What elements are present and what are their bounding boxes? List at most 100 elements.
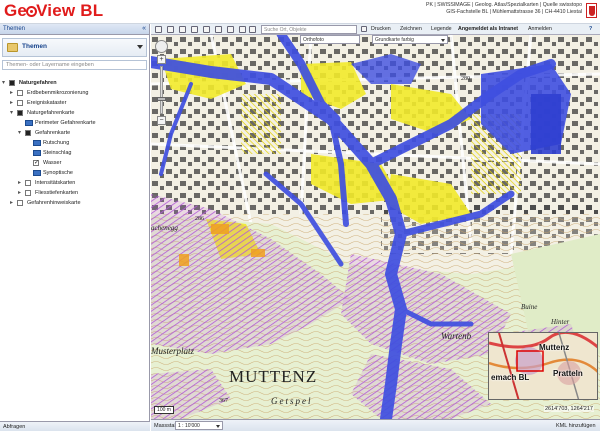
themes-panel: Themen « Themen Themen- oder Layername e… [0, 24, 150, 431]
query-label: Abfragen [3, 424, 26, 430]
theme-select[interactable]: Themen [2, 38, 147, 57]
help-button[interactable]: ? [589, 26, 592, 32]
base-layer-bar: Orthofoto Grundkarte farbig [300, 35, 460, 45]
header-links-line1[interactable]: PK | SWISSIMAGE | Geolog. Atlas/Spezialk… [426, 2, 582, 9]
tree-item[interactable]: Perimeter Gefahrenkarte [0, 118, 149, 128]
layer-search-input[interactable]: Themen- oder Layername eingeben [2, 60, 147, 70]
add-kml-button[interactable]: KML hinzufügen [556, 423, 596, 429]
overview-label-emach: emach BL [491, 373, 530, 382]
layer-checkbox[interactable] [17, 100, 23, 106]
tree-item[interactable]: ▸ Erdbebenmikrozonierung [0, 88, 149, 98]
theme-select-label: Themen [22, 43, 47, 50]
tree-item[interactable]: ▸ Ereigniskataster [0, 98, 149, 108]
query-bar[interactable]: Abfragen [0, 421, 150, 431]
layer-checkbox[interactable] [17, 90, 23, 96]
tree-item[interactable]: Synoptische [0, 168, 149, 178]
print-button[interactable]: Drucken [371, 26, 391, 32]
tree-item[interactable]: Rutschung [0, 138, 149, 148]
tree-item-label: Erdbebenmikrozonierung [27, 90, 89, 96]
pan-icon[interactable] [155, 26, 162, 33]
tree-item-label: Wasser [43, 160, 62, 166]
layer-checkbox[interactable] [25, 130, 31, 136]
chevron-down-icon [216, 425, 220, 428]
basemap-label: Grundkarte farbig [375, 37, 414, 43]
measure-icon[interactable] [179, 26, 186, 33]
expand-right-icon[interactable]: ▸ [10, 98, 16, 108]
zoom-box-icon[interactable] [167, 26, 174, 33]
forward-icon[interactable] [249, 26, 256, 33]
geoview-logo[interactable]: Ge View BL [4, 1, 103, 21]
orthofoto-toggle[interactable]: Orthofoto [300, 35, 360, 44]
tree-item[interactable]: ▾ Naturgefahrenkarte [0, 108, 149, 118]
layer-checkbox[interactable] [25, 190, 31, 196]
back-icon[interactable] [239, 26, 246, 33]
overview-label-pratteln: Pratteln [553, 369, 583, 378]
select-icon[interactable] [203, 26, 210, 33]
map-navigation: + − [152, 40, 172, 125]
map-label-elev-280: 280 [461, 76, 470, 82]
legend-button[interactable]: Legende [431, 26, 452, 32]
login-button[interactable]: Anmelden [528, 26, 552, 32]
basemap-select[interactable]: Grundkarte farbig [372, 35, 448, 44]
tree-item[interactable]: ▾ Naturgefahren [0, 78, 149, 88]
layer-legend-icon [33, 140, 41, 146]
layer-checkbox[interactable] [25, 180, 31, 186]
orthofoto-label: Orthofoto [303, 37, 324, 43]
scale-label: Massstab [154, 423, 178, 429]
tree-item-label: Naturgefahren [19, 80, 57, 86]
expand-right-icon[interactable]: ▸ [18, 188, 24, 198]
tree-item-label: Synoptische [43, 170, 73, 176]
collapse-panel-button[interactable]: « [142, 25, 146, 32]
map-status-bar: Massstab 1 : 10'000 KML hinzufügen [151, 419, 600, 431]
map-toolbar: Suche Ort, Objekte Drucken Zeichnen Lege… [151, 24, 600, 35]
layer-checkbox[interactable] [17, 200, 23, 206]
expand-down-icon[interactable]: ▾ [2, 78, 8, 88]
layer-checkbox[interactable] [17, 110, 23, 116]
map-label-elev-286: 286 [195, 216, 204, 222]
layer-checkbox[interactable] [9, 80, 15, 86]
tree-item[interactable]: ▾ Gefahrenkarte [0, 128, 149, 138]
expand-down-icon[interactable]: ▾ [18, 128, 24, 138]
map-label-musterplatz: Musterplatz [151, 346, 194, 356]
map-label-lachenegg: achenegg [151, 224, 178, 232]
chevron-down-icon [441, 39, 445, 42]
zoom-slider[interactable] [157, 66, 166, 114]
layer-legend-icon [25, 120, 33, 126]
tree-item[interactable]: ▸ Intensitätskarten [0, 178, 149, 188]
expand-right-icon[interactable]: ▸ [18, 178, 24, 188]
info-icon[interactable] [191, 26, 198, 33]
zoom-in-button[interactable]: + [157, 55, 166, 64]
expand-down-icon[interactable]: ▾ [10, 108, 16, 118]
zoom-slider-handle[interactable] [157, 97, 166, 101]
scale-select[interactable]: 1 : 10'000 [175, 421, 223, 430]
tree-item[interactable]: ▸ Fliesstiefenkarten [0, 188, 149, 198]
chevron-down-icon [137, 45, 143, 49]
map-label-elev-367: 367 [219, 398, 228, 404]
tree-item[interactable]: ▸ Gefahrenhinweiskarte [0, 198, 149, 208]
coordinate-readout: 2614'703, 1264'217 [544, 406, 594, 412]
location-search-input[interactable]: Suche Ort, Objekte [261, 25, 357, 34]
tree-item[interactable]: Wasser [0, 158, 149, 168]
map-label-hinter: Hinter [550, 318, 570, 326]
overview-map[interactable]: Muttenz Pratteln emach BL [488, 332, 598, 400]
printer-icon [361, 26, 367, 32]
tree-item-label: Fliesstiefenkarten [35, 190, 79, 196]
canton-crest-icon [586, 3, 597, 18]
tree-item-label: Gefahrenkarte [35, 130, 71, 136]
zoom-out-button[interactable]: − [157, 116, 166, 125]
scale-bar: 100 m [154, 406, 174, 414]
layer-legend-icon [33, 170, 41, 176]
expand-right-icon[interactable]: ▸ [10, 88, 16, 98]
tree-item-label: Intensitätskarten [35, 180, 76, 186]
pan-control[interactable] [155, 40, 168, 53]
tree-item[interactable]: Steinschlag [0, 148, 149, 158]
draw-button[interactable]: Zeichnen [400, 26, 422, 32]
map-label-buine: Buine [521, 303, 537, 311]
layer-checkbox[interactable] [33, 158, 39, 168]
map-label-muttenz: MUTTENZ [229, 367, 317, 386]
folder-icon [7, 43, 18, 52]
zoom-in-icon[interactable] [215, 26, 222, 33]
expand-right-icon[interactable]: ▸ [10, 198, 16, 208]
logo-text-suffix: View BL [36, 1, 104, 20]
zoom-out-icon[interactable] [227, 26, 234, 33]
